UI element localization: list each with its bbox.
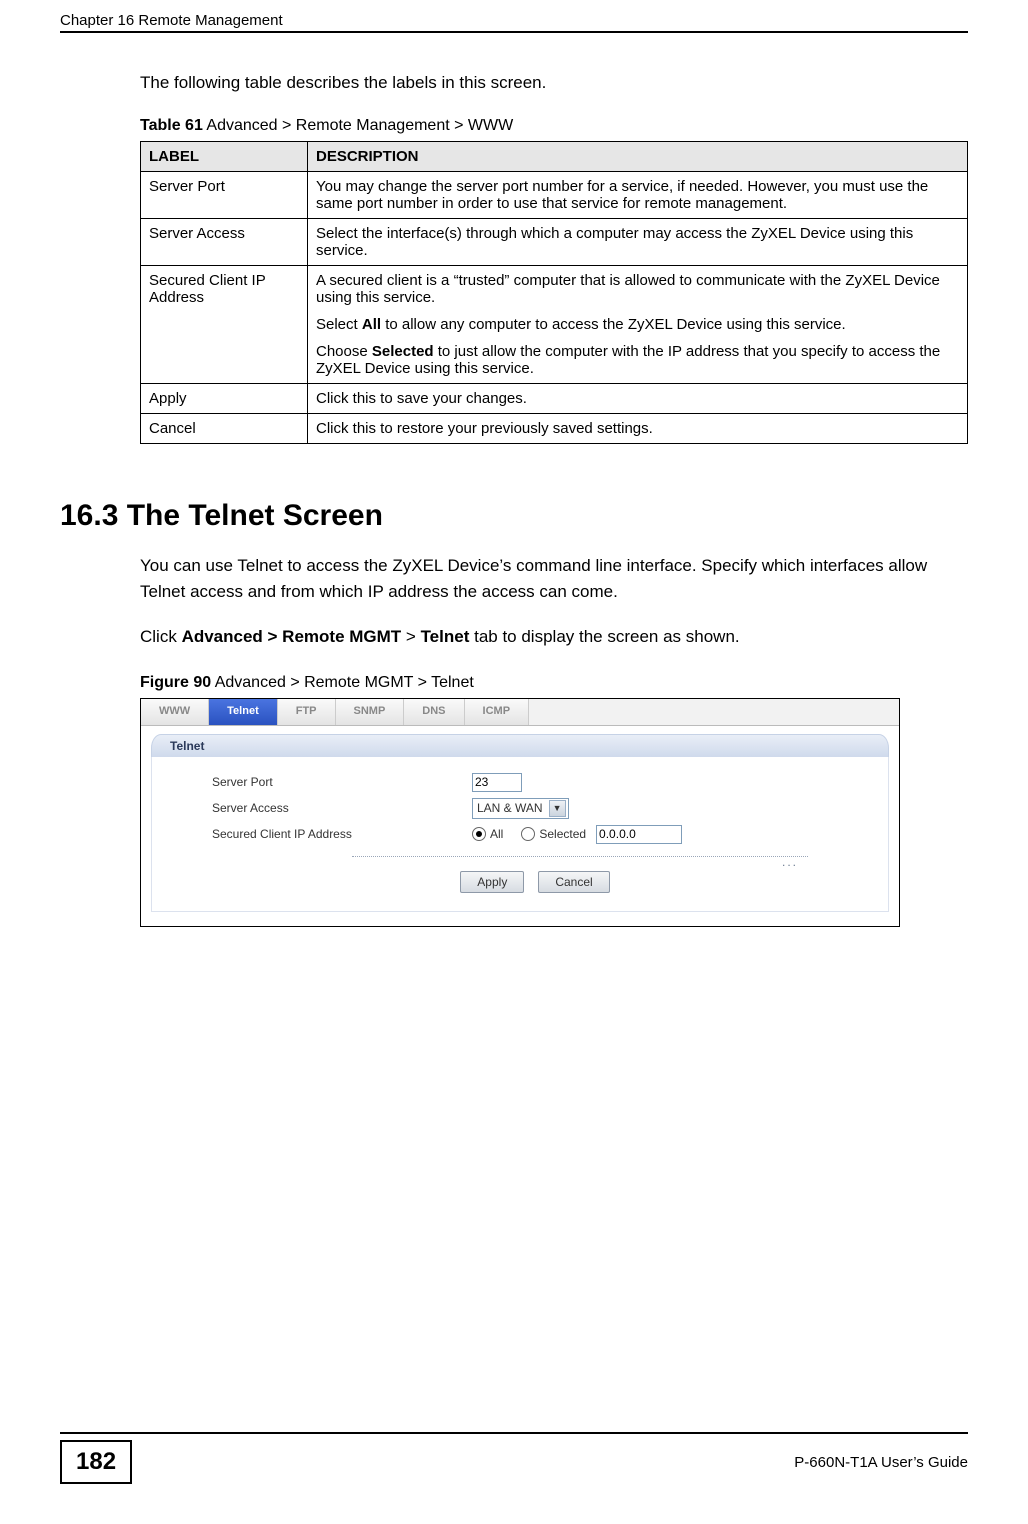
cell-label: Cancel [141, 414, 308, 444]
cell-label: Secured Client IP Address [141, 266, 308, 384]
table-caption: Table 61 Advanced > Remote Management > … [140, 117, 968, 135]
cell-desc: Click this to save your changes. [308, 384, 968, 414]
radio-selected[interactable] [521, 827, 535, 841]
page-number: 182 [60, 1440, 132, 1484]
section-paragraph: Click Advanced > Remote MGMT > Telnet ta… [140, 624, 968, 650]
select-value: LAN & WAN [477, 801, 543, 815]
label-secured-client: Secured Client IP Address [212, 827, 472, 841]
desc-text: You may change the server port number fo… [316, 178, 959, 212]
chapter-title: Chapter 16 Remote Management [60, 12, 283, 29]
tab-bar: WWW Telnet FTP SNMP DNS ICMP [141, 699, 899, 726]
chevron-down-icon: ▼ [549, 800, 566, 817]
desc-text: Choose Selected to just allow the comput… [316, 343, 959, 377]
radio-all-label: All [490, 827, 503, 841]
table-row: Secured Client IP Address A secured clie… [141, 266, 968, 384]
desc-text: Click this to restore your previously sa… [316, 420, 959, 437]
table-number: Table 61 [140, 117, 203, 134]
secured-ip-input[interactable] [596, 825, 682, 844]
server-access-select[interactable]: LAN & WAN ▼ [472, 798, 569, 819]
label-server-port: Server Port [212, 775, 472, 789]
figure-title: Advanced > Remote MGMT > Telnet [211, 674, 474, 691]
cell-label: Server Port [141, 172, 308, 219]
cell-label: Apply [141, 384, 308, 414]
section-heading: 16.3 The Telnet Screen [60, 499, 968, 533]
desc-text: Select All to allow any computer to acce… [316, 316, 959, 333]
tab-ftp[interactable]: FTP [278, 699, 336, 725]
desc-text: Click this to save your changes. [316, 390, 959, 407]
figure-screenshot: WWW Telnet FTP SNMP DNS ICMP Telnet Serv… [140, 698, 900, 927]
section-paragraph: You can use Telnet to access the ZyXEL D… [140, 553, 968, 604]
running-header: Chapter 16 Remote Management [60, 12, 968, 33]
row-server-port: Server Port [212, 773, 858, 792]
radio-selected-label: Selected [539, 827, 586, 841]
cell-desc: Click this to restore your previously sa… [308, 414, 968, 444]
tab-telnet[interactable]: Telnet [209, 699, 278, 725]
table-row: Cancel Click this to restore your previo… [141, 414, 968, 444]
table-title: Advanced > Remote Management > WWW [203, 117, 513, 134]
row-secured-client: Secured Client IP Address All Selected [212, 825, 858, 844]
telnet-panel: Server Port Server Access LAN & WAN ▼ Se… [151, 757, 889, 912]
table-61: LABEL DESCRIPTION Server Port You may ch… [140, 141, 968, 444]
label-server-access: Server Access [212, 801, 472, 815]
cell-label: Server Access [141, 219, 308, 266]
tab-snmp[interactable]: SNMP [336, 699, 405, 725]
figure-number: Figure 90 [140, 674, 211, 691]
desc-text: Select the interface(s) through which a … [316, 225, 959, 259]
panel-title: Telnet [151, 734, 889, 757]
table-row: Server Access Select the interface(s) th… [141, 219, 968, 266]
separator [352, 856, 808, 869]
desc-text: A secured client is a “trusted” computer… [316, 272, 959, 306]
cancel-button[interactable]: Cancel [538, 871, 609, 893]
tab-icmp[interactable]: ICMP [465, 699, 530, 725]
guide-title: P-660N-T1A User’s Guide [794, 1454, 968, 1471]
server-port-input[interactable] [472, 773, 522, 792]
row-server-access: Server Access LAN & WAN ▼ [212, 798, 858, 819]
tab-dns[interactable]: DNS [404, 699, 464, 725]
cell-desc: You may change the server port number fo… [308, 172, 968, 219]
col-header-description: DESCRIPTION [308, 142, 968, 172]
apply-button[interactable]: Apply [460, 871, 524, 893]
figure-caption: Figure 90 Advanced > Remote MGMT > Telne… [140, 674, 968, 692]
radio-all[interactable] [472, 827, 486, 841]
tab-www[interactable]: WWW [141, 699, 209, 725]
page-footer: 182 P-660N-T1A User’s Guide [60, 1432, 968, 1484]
cell-desc: Select the interface(s) through which a … [308, 219, 968, 266]
col-header-label: LABEL [141, 142, 308, 172]
intro-text: The following table describes the labels… [140, 73, 968, 93]
table-row: Server Port You may change the server po… [141, 172, 968, 219]
table-row: Apply Click this to save your changes. [141, 384, 968, 414]
cell-desc: A secured client is a “trusted” computer… [308, 266, 968, 384]
